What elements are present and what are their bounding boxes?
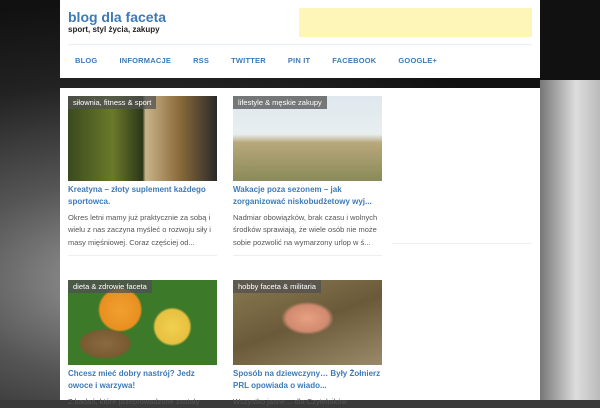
post-card: lifestyle & męskie zakupy Wakacje poza s… — [233, 96, 382, 256]
background-photo-right — [540, 80, 600, 400]
post-excerpt: Okres letni mamy już praktycznie za sobą… — [68, 213, 211, 247]
post-card: hobby faceta & militaria Sposób na dziew… — [233, 280, 382, 408]
content-area: siłownia, fitness & sport Kreatyna – zło… — [60, 88, 540, 406]
post-category[interactable]: dieta & zdrowie faceta — [68, 280, 152, 293]
post-thumbnail[interactable]: siłownia, fitness & sport — [68, 96, 217, 181]
site-title[interactable]: blog dla faceta — [68, 9, 166, 25]
nav-informacje[interactable]: INFORMACJE — [119, 56, 171, 65]
divider — [233, 254, 382, 256]
nav-rss[interactable]: RSS — [193, 56, 209, 65]
divider — [68, 44, 532, 45]
post-title[interactable]: Wakacje poza sezonem – jak zorganizować … — [233, 184, 382, 208]
nav-pin-it[interactable]: PIN IT — [288, 56, 310, 65]
post-category[interactable]: siłownia, fitness & sport — [68, 96, 157, 109]
post-category[interactable]: hobby faceta & militaria — [233, 280, 321, 293]
post-thumbnail[interactable]: hobby faceta & militaria — [233, 280, 382, 365]
post-thumbnail[interactable]: lifestyle & męskie zakupy — [233, 96, 382, 181]
post-excerpt: Z badań, które przeprowadzone zostały — [68, 397, 200, 406]
sidebar-divider — [392, 243, 532, 244]
divider — [68, 254, 217, 256]
nav-google-plus[interactable]: GOOGLE+ — [398, 56, 437, 65]
nav-blog[interactable]: BLOG — [75, 56, 97, 65]
post-excerpt: Nadmiar obowiązków, brak czasu i wolnych… — [233, 213, 378, 247]
main-nav: BLOG INFORMACJE RSS TWITTER PIN IT FACEB… — [75, 56, 459, 65]
post-title[interactable]: Chcesz mieć dobry nastrój? Jedz owoce i … — [68, 368, 217, 392]
post-title[interactable]: Kreatyna – złoty suplement każdego sport… — [68, 184, 217, 208]
post-category[interactable]: lifestyle & męskie zakupy — [233, 96, 327, 109]
nav-facebook[interactable]: FACEBOOK — [332, 56, 376, 65]
nav-twitter[interactable]: TWITTER — [231, 56, 266, 65]
site-header: blog dla faceta sport, styl życia, zakup… — [60, 0, 540, 78]
post-card: siłownia, fitness & sport Kreatyna – zło… — [68, 96, 217, 256]
post-excerpt: Wszystko jasne… dla Czytelników — [233, 397, 347, 406]
site-tagline: sport, styl życia, zakupy — [68, 25, 160, 34]
post-card: dieta & zdrowie faceta Chcesz mieć dobry… — [68, 280, 217, 408]
post-title[interactable]: Sposób na dziewczyny… Były Żołnierz PRL … — [233, 368, 382, 392]
ad-banner[interactable] — [299, 8, 532, 37]
post-thumbnail[interactable]: dieta & zdrowie faceta — [68, 280, 217, 365]
